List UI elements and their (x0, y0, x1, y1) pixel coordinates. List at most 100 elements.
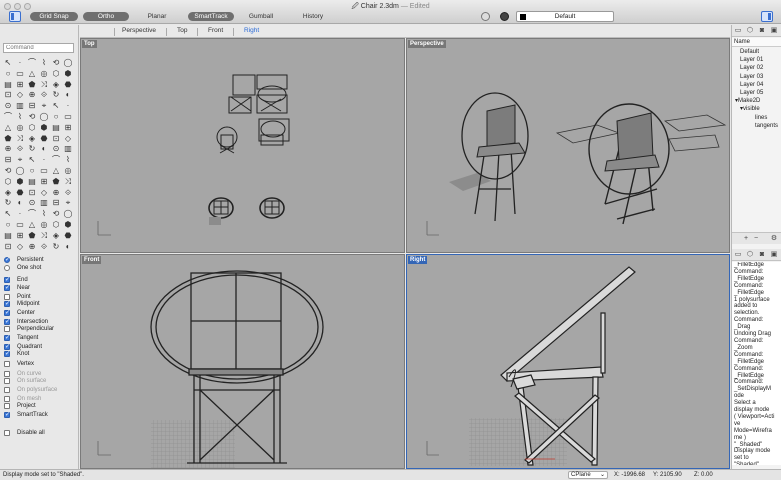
checkbox[interactable] (4, 276, 10, 284)
select-tool-icon[interactable]: ↖ (3, 58, 13, 68)
mirror-tool-icon[interactable]: ⬣ (63, 80, 73, 90)
layer-item[interactable]: Layer 03 (732, 73, 781, 81)
osnap-midpoint[interactable]: Midpoint (4, 300, 76, 308)
surface-tool-icon[interactable]: ▤ (51, 123, 61, 133)
trim-tool-icon[interactable]: ⟐ (15, 144, 25, 154)
checkbox[interactable] (4, 411, 10, 419)
surface-tool-icon[interactable]: ▤ (3, 80, 13, 90)
osnap-persistent[interactable]: Persistent (4, 256, 76, 264)
layer-item[interactable]: Layer 05 (732, 89, 781, 97)
smarttrack-button[interactable]: SmartTrack (188, 12, 234, 21)
select-tool-icon[interactable]: ↖ (3, 209, 13, 219)
circle-tool-icon[interactable]: ◯ (39, 112, 49, 122)
copy-tool-icon[interactable]: ◈ (3, 188, 13, 198)
point-tool-icon[interactable]: · (63, 101, 73, 111)
split-tool-icon[interactable]: ↻ (51, 242, 61, 252)
snap-tool-icon[interactable]: ⌖ (15, 155, 25, 165)
point-tool-icon[interactable]: · (39, 155, 49, 165)
osnap-end[interactable]: End (4, 276, 76, 284)
checkbox[interactable] (4, 430, 10, 436)
left-sidebar-toggle-button[interactable] (9, 11, 21, 22)
sphere-tool-icon[interactable]: ⬢ (63, 220, 73, 230)
radio-button[interactable] (4, 256, 10, 264)
scale-tool-icon[interactable]: ⊕ (51, 188, 61, 198)
viewport-perspective-label[interactable]: Perspective (408, 40, 446, 48)
checkbox[interactable] (4, 334, 10, 342)
curve-tool-icon[interactable]: ⌒ (3, 112, 13, 122)
polygon-tool-icon[interactable]: △ (3, 123, 13, 133)
helix-tool-icon[interactable]: ◎ (15, 123, 25, 133)
array-tool-icon[interactable]: ⊡ (27, 188, 37, 198)
layer-item[interactable]: lines (732, 114, 781, 122)
polyline-tool-icon[interactable]: ⌇ (15, 112, 25, 122)
trim-tool-icon[interactable]: ⟐ (39, 90, 49, 100)
layer-item[interactable]: Layer 01 (732, 56, 781, 64)
command-input[interactable] (3, 43, 74, 53)
ellipse-tool-icon[interactable]: ○ (3, 220, 13, 230)
properties-icon[interactable]: ▭ (734, 251, 742, 259)
arc-tool-icon[interactable]: ⟲ (27, 112, 37, 122)
properties-icon[interactable]: ▭ (734, 27, 742, 35)
osnap-perpendicular[interactable]: Perpendicular (4, 325, 76, 333)
osnap-smarttrack[interactable]: SmartTrack (4, 411, 76, 419)
radio-button[interactable] (4, 265, 10, 271)
history-button[interactable]: History (293, 12, 333, 21)
checkbox[interactable] (4, 387, 10, 393)
osnap-tangent[interactable]: Tangent (4, 334, 76, 342)
boolean-tool-icon[interactable]: ⊙ (27, 198, 37, 208)
osnap-disable-all[interactable]: Disable all (4, 429, 76, 437)
box-tool-icon[interactable]: ⬡ (3, 177, 13, 187)
arc-tool-icon[interactable]: ⟲ (51, 209, 61, 219)
layer-item[interactable]: Default (732, 48, 781, 56)
split-tool-icon[interactable]: ↻ (3, 198, 13, 208)
polyline-tool-icon[interactable]: ⌇ (39, 58, 49, 68)
ellipse-tool-icon[interactable]: ○ (27, 166, 37, 176)
tab-right[interactable]: Right (244, 27, 259, 34)
polygon-tool-icon[interactable]: △ (27, 220, 37, 230)
trim-tool-icon[interactable]: ⟐ (63, 188, 73, 198)
trim-tool-icon[interactable]: ⟐ (39, 242, 49, 252)
rectangle-tool-icon[interactable]: ▭ (15, 69, 25, 79)
curve-tool-icon[interactable]: ⌒ (51, 155, 61, 165)
osnap-center[interactable]: Center (4, 309, 76, 317)
tab-perspective[interactable]: Perspective (122, 27, 156, 34)
cplane-select[interactable]: CPlane ⌄ (568, 471, 608, 479)
extrude-tool-icon[interactable]: ▥ (15, 101, 25, 111)
extrude-tool-icon[interactable]: ▥ (39, 198, 49, 208)
mirror-tool-icon[interactable]: ⬣ (63, 231, 73, 241)
boolean-tool-icon[interactable]: ⊙ (3, 101, 13, 111)
viewport-top-label[interactable]: Top (82, 40, 97, 48)
display-icon[interactable]: ◙ (758, 251, 766, 259)
solid-tool-icon[interactable]: ⬟ (27, 80, 37, 90)
extrude-tool-icon[interactable]: ▥ (63, 144, 73, 154)
ellipse-tool-icon[interactable]: ○ (3, 69, 13, 79)
checkbox[interactable] (4, 326, 10, 332)
scale-tool-icon[interactable]: ⊕ (27, 90, 37, 100)
viewport-top[interactable]: Top (80, 38, 405, 253)
osnap-project[interactable]: Project (4, 402, 76, 410)
layer-item[interactable]: ▾Make2D (732, 97, 781, 105)
fillet-tool-icon[interactable]: ◐ (15, 198, 25, 208)
polygon-tool-icon[interactable]: △ (51, 166, 61, 176)
array-tool-icon[interactable]: ⊡ (51, 134, 61, 144)
join-tool-icon[interactable]: ⊟ (27, 101, 37, 111)
polygon-tool-icon[interactable]: △ (27, 69, 37, 79)
grid-snap-button[interactable]: Grid Snap (30, 12, 78, 21)
snap-tool-icon[interactable]: ⌖ (39, 101, 49, 111)
rotate-tool-icon[interactable]: ◇ (63, 134, 73, 144)
osnap-one-shot[interactable]: One shot (4, 264, 76, 272)
split-tool-icon[interactable]: ↻ (27, 144, 37, 154)
sphere-tool-icon[interactable]: ⬢ (39, 123, 49, 133)
sphere-tool-icon[interactable]: ⬢ (63, 69, 73, 79)
arc-tool-icon[interactable]: ⟲ (51, 58, 61, 68)
surface-tool-icon[interactable]: ▤ (27, 177, 37, 187)
osnap-near[interactable]: Near (4, 284, 76, 292)
helix-tool-icon[interactable]: ◎ (39, 220, 49, 230)
curve-tool-icon[interactable]: ⌒ (27, 209, 37, 219)
copy-tool-icon[interactable]: ◈ (51, 231, 61, 241)
copy-tool-icon[interactable]: ◈ (27, 134, 37, 144)
select-tool-icon[interactable]: ↖ (27, 155, 37, 165)
rectangle-tool-icon[interactable]: ▭ (63, 112, 73, 122)
select-tool-icon[interactable]: ↖ (51, 101, 61, 111)
fillet-tool-icon[interactable]: ◐ (63, 90, 73, 100)
